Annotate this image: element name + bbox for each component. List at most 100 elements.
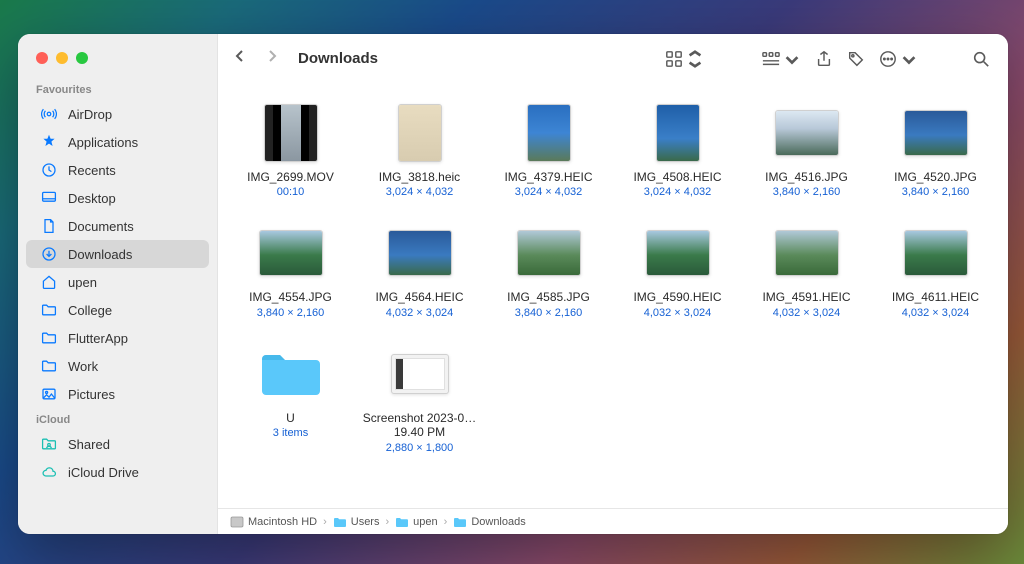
sidebar-section-label: iCloud xyxy=(18,408,217,430)
file-meta: 3,840 × 2,160 xyxy=(902,186,970,198)
file-meta: 3,840 × 2,160 xyxy=(515,307,583,319)
file-thumbnail xyxy=(255,343,327,405)
file-name: IMG_4520.JPG xyxy=(894,170,977,184)
file-grid-area[interactable]: IMG_2699.MOV00:10IMG_3818.heic3,024 × 4,… xyxy=(218,84,1008,508)
file-meta: 3,024 × 4,032 xyxy=(515,186,583,198)
doc-icon xyxy=(40,217,58,235)
sidebar-item-label: Applications xyxy=(68,135,138,150)
file-name: IMG_4591.HEIC xyxy=(762,290,850,304)
file-item[interactable]: IMG_4508.HEIC3,024 × 4,032 xyxy=(615,98,740,212)
search-button[interactable] xyxy=(972,50,990,68)
file-name: IMG_2699.MOV xyxy=(247,170,334,184)
file-name: IMG_4585.JPG xyxy=(507,290,590,304)
file-meta: 4,032 × 3,024 xyxy=(644,307,712,319)
sidebar-section-label: Favourites xyxy=(18,78,217,100)
sidebar-item-label: Desktop xyxy=(68,191,116,206)
file-item[interactable]: IMG_4564.HEIC 4,032 × 3,024 xyxy=(357,218,482,332)
file-item[interactable]: IMG_4590.HEIC 4,032 × 3,024 xyxy=(615,218,740,332)
main-pane: Downloads xyxy=(218,34,1008,534)
close-window-button[interactable] xyxy=(36,52,48,64)
file-item[interactable]: IMG_4516.JPG3,840 × 2,160 xyxy=(744,98,869,212)
window-controls xyxy=(18,48,217,78)
file-item[interactable]: IMG_3818.heic3,024 × 4,032 xyxy=(357,98,482,212)
file-name: IMG_4611.HEIC xyxy=(892,290,979,304)
sidebar-item-airdrop[interactable]: AirDrop xyxy=(26,100,209,128)
sidebar-item-label: AirDrop xyxy=(68,107,112,122)
sidebar: Favourites AirDrop Applications Recents Desk… xyxy=(18,34,218,534)
file-meta: 4,032 × 3,024 xyxy=(386,307,454,319)
sidebar-item-work[interactable]: Work xyxy=(26,352,209,380)
file-meta: 2,880 × 1,800 xyxy=(386,442,454,454)
sidebar-item-flutterapp[interactable]: FlutterApp xyxy=(26,324,209,352)
share-button[interactable] xyxy=(815,50,833,68)
disk-icon xyxy=(230,515,244,529)
sidebar-item-label: Recents xyxy=(68,163,116,178)
group-by-button[interactable] xyxy=(762,50,801,68)
file-item[interactable]: IMG_2699.MOV00:10 xyxy=(228,98,353,212)
file-thumbnail xyxy=(255,222,327,284)
file-thumbnail xyxy=(513,102,585,164)
chevron-right-icon: › xyxy=(323,516,327,528)
path-crumb-label: Downloads xyxy=(471,516,525,528)
airdrop-icon xyxy=(40,105,58,123)
sidebar-item-label: Downloads xyxy=(68,247,132,262)
file-item[interactable]: IMG_4611.HEIC4,032 × 3,024 xyxy=(873,218,998,332)
sidebar-item-applications[interactable]: Applications xyxy=(26,128,209,156)
view-mode-button[interactable] xyxy=(665,50,704,68)
file-thumbnail xyxy=(642,102,714,164)
window-title: Downloads xyxy=(298,50,378,67)
sidebar-item-documents[interactable]: Documents xyxy=(26,212,209,240)
folder-icon xyxy=(40,301,58,319)
file-thumbnail xyxy=(771,222,843,284)
sidebar-item-pictures[interactable]: Pictures xyxy=(26,380,209,408)
file-item[interactable]: IMG_4585.JPG 3,840 × 2,160 xyxy=(486,218,611,332)
path-crumb[interactable]: Downloads xyxy=(453,515,525,529)
folder-icon xyxy=(333,515,347,529)
path-crumb[interactable]: Macintosh HD xyxy=(230,515,317,529)
back-button[interactable] xyxy=(232,48,248,69)
cloud-icon xyxy=(40,463,58,481)
file-thumbnail xyxy=(513,222,585,284)
sidebar-item-shared[interactable]: Shared xyxy=(26,430,209,458)
file-item[interactable]: U3 items xyxy=(228,339,353,468)
file-item[interactable]: IMG_4379.HEIC3,024 × 4,032 xyxy=(486,98,611,212)
sidebar-item-downloads[interactable]: Downloads xyxy=(26,240,209,268)
folder-icon xyxy=(40,329,58,347)
file-name: U xyxy=(286,411,295,425)
sidebar-item-college[interactable]: College xyxy=(26,296,209,324)
sidebar-item-upen[interactable]: upen xyxy=(26,268,209,296)
shared-icon xyxy=(40,435,58,453)
path-crumb-label: Users xyxy=(351,516,380,528)
forward-button[interactable] xyxy=(264,48,280,69)
sidebar-item-desktop[interactable]: Desktop xyxy=(26,184,209,212)
file-meta: 4,032 × 3,024 xyxy=(773,307,841,319)
more-actions-button[interactable] xyxy=(879,50,918,68)
file-item[interactable]: IMG_4520.JPG 3,840 × 2,160 xyxy=(873,98,998,212)
sidebar-item-iclouddrive[interactable]: iCloud Drive xyxy=(26,458,209,486)
folder-icon xyxy=(453,515,467,529)
file-item[interactable]: IMG_4554.JPG3,840 × 2,160 xyxy=(228,218,353,332)
folder-icon xyxy=(258,349,324,399)
home-icon xyxy=(40,273,58,291)
file-name: IMG_4516.JPG xyxy=(765,170,848,184)
tags-button[interactable] xyxy=(847,50,865,68)
apps-icon xyxy=(40,133,58,151)
chevron-right-icon: › xyxy=(444,516,448,528)
file-item[interactable]: IMG_4591.HEIC 4,032 × 3,024 xyxy=(744,218,869,332)
sidebar-item-label: FlutterApp xyxy=(68,331,128,346)
path-crumb[interactable]: Users xyxy=(333,515,380,529)
path-crumb[interactable]: upen xyxy=(395,515,437,529)
minimize-window-button[interactable] xyxy=(56,52,68,64)
file-name: IMG_4564.HEIC xyxy=(375,290,463,304)
file-thumbnail xyxy=(384,102,456,164)
file-meta: 3,024 × 4,032 xyxy=(644,186,712,198)
file-thumbnail xyxy=(255,102,327,164)
file-name: IMG_4590.HEIC xyxy=(633,290,721,304)
file-name: IMG_3818.heic xyxy=(379,170,460,184)
sidebar-item-recents[interactable]: Recents xyxy=(26,156,209,184)
path-crumb-label: Macintosh HD xyxy=(248,516,317,528)
file-item[interactable]: Screenshot 2023-0…19.40 PM2,880 × 1,800 xyxy=(357,339,482,468)
folder-icon xyxy=(395,515,409,529)
download-icon xyxy=(40,245,58,263)
fullscreen-window-button[interactable] xyxy=(76,52,88,64)
